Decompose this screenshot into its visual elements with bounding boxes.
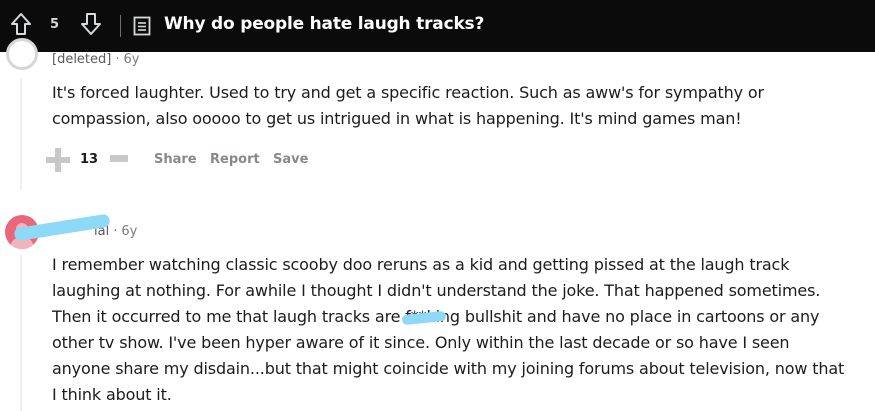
thread-line[interactable]	[20, 78, 22, 190]
upvote-arrow-icon[interactable]	[10, 12, 32, 36]
post-header-bar: 5 Why do people hate laugh tracks?	[0, 0, 875, 52]
post-title[interactable]: Why do people hate laugh tracks?	[164, 14, 484, 34]
report-button[interactable]: Report	[210, 152, 260, 167]
share-button[interactable]: Share	[154, 152, 197, 167]
comment-line: other tv show. I've been hyper aware of …	[52, 333, 790, 352]
comment-meta: [deleted] · 6y	[52, 52, 139, 67]
downvote-arrow-icon[interactable]	[80, 12, 102, 36]
comment-body: I remember watching classic scooby doo r…	[52, 252, 867, 408]
comment-age[interactable]: 6y	[124, 52, 140, 67]
comment-score: 13	[80, 152, 99, 167]
post-icon	[133, 16, 151, 36]
comment-line: I remember watching classic scooby doo r…	[52, 255, 790, 274]
comment-body: It's forced laughter. Used to try and ge…	[52, 83, 764, 128]
downvote-minus-icon[interactable]	[110, 155, 128, 162]
upvote-plus-icon[interactable]	[46, 148, 70, 172]
header-divider	[120, 15, 121, 37]
comment-line: I think about it.	[52, 385, 172, 404]
comment-age[interactable]: 6y	[121, 224, 137, 239]
comment-line: anyone share my disdain...but that might…	[52, 359, 845, 378]
meta-separator: ·	[113, 224, 118, 239]
comment-author[interactable]: [deleted]	[52, 52, 111, 67]
save-button[interactable]: Save	[273, 152, 308, 167]
post-score: 5	[50, 17, 60, 32]
deleted-avatar	[6, 38, 38, 70]
thread-line[interactable]	[20, 255, 22, 411]
meta-separator: ·	[115, 52, 120, 67]
comment-line: laughing at nothing. For awhile I though…	[52, 281, 821, 300]
